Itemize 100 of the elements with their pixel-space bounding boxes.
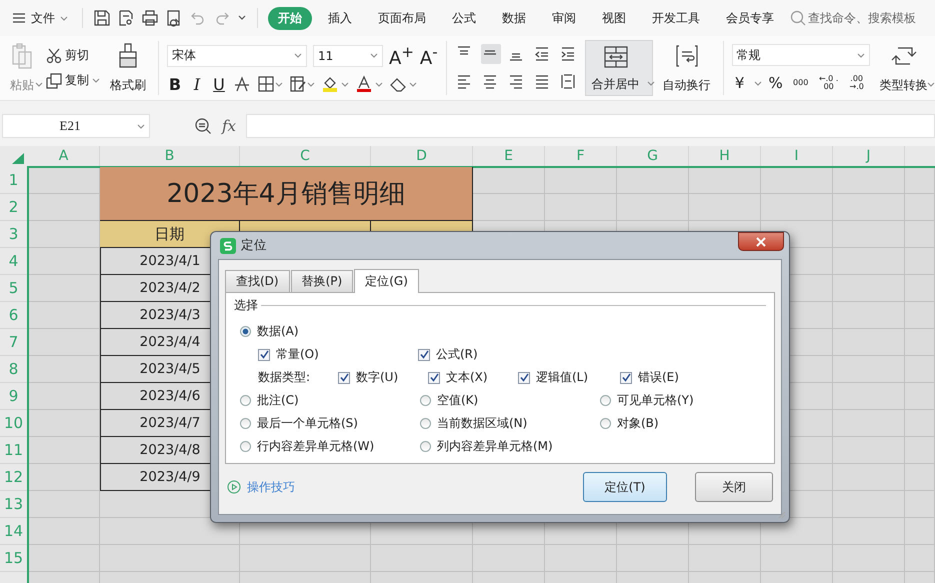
dialog-tab[interactable]: 替换(P) bbox=[290, 270, 354, 292]
name-box[interactable]: E21 bbox=[2, 114, 150, 138]
percent-button[interactable]: % bbox=[768, 74, 784, 92]
copy-button[interactable]: 复制 bbox=[46, 72, 100, 89]
checkbox-option[interactable]: 逻辑值(L) bbox=[518, 369, 620, 386]
grow-font-button[interactable]: A$^{+}$ bbox=[389, 42, 414, 68]
align-middle-icon[interactable] bbox=[480, 44, 501, 64]
checkmark-icon bbox=[340, 373, 348, 382]
radio-button[interactable] bbox=[420, 418, 431, 429]
dialog-tab[interactable]: 查找(D) bbox=[225, 270, 290, 292]
cell-style-icon[interactable] bbox=[289, 75, 315, 93]
increase-decimal-button[interactable]: ←.0 .00 bbox=[818, 75, 840, 91]
radio-button[interactable] bbox=[240, 418, 251, 429]
function-button[interactable]: fx bbox=[222, 117, 236, 135]
radio-option[interactable]: 批注(C) bbox=[240, 392, 420, 409]
radio-option[interactable]: 行内容差异单元格(W) bbox=[240, 438, 420, 455]
checkmark-icon bbox=[622, 373, 630, 382]
checkbox[interactable] bbox=[258, 348, 270, 360]
checkmark-icon bbox=[520, 373, 528, 382]
menu-tab[interactable]: 视图 bbox=[592, 6, 636, 30]
export-icon[interactable] bbox=[117, 9, 135, 27]
convert-type-button[interactable]: 类型转换 bbox=[876, 40, 932, 96]
caret-icon bbox=[926, 81, 935, 88]
checkbox-option[interactable]: 错误(E) bbox=[620, 369, 720, 386]
font-field[interactable]: 宋体 bbox=[167, 44, 307, 66]
shrink-font-button[interactable]: A$^{-}$ bbox=[420, 42, 438, 68]
menu-tab[interactable]: 公式 bbox=[442, 6, 486, 30]
radio-button[interactable] bbox=[240, 326, 251, 337]
radio-option[interactable]: 数据(A) bbox=[240, 323, 420, 340]
radio-button[interactable] bbox=[420, 395, 431, 406]
play-icon bbox=[227, 480, 241, 494]
search-field[interactable]: 查找命令、搜索模板 bbox=[790, 10, 920, 26]
menu-tab[interactable]: 数据 bbox=[492, 6, 536, 30]
radio-option[interactable]: 空值(K) bbox=[420, 392, 600, 409]
wrap-text-button[interactable]: 自动换行 bbox=[658, 40, 715, 96]
checkbox-option[interactable]: 数字(U) bbox=[338, 369, 428, 386]
menu-tab[interactable]: 页面布局 bbox=[368, 6, 436, 30]
checkbox[interactable] bbox=[338, 372, 350, 384]
menu-tab[interactable]: 审阅 bbox=[542, 6, 586, 30]
thousands-button[interactable]: 000 bbox=[790, 79, 812, 87]
radio-option[interactable]: 当前数据区域(N) bbox=[420, 415, 600, 432]
strikethrough-icon[interactable] bbox=[233, 75, 251, 93]
checkbox-option[interactable]: 文本(X) bbox=[428, 369, 518, 386]
caret-icon bbox=[137, 122, 145, 130]
dialog-title: 定位 bbox=[241, 237, 267, 254]
checkmark-icon bbox=[420, 350, 428, 359]
checkbox-option[interactable]: 常量(O) bbox=[258, 346, 418, 363]
caret-icon bbox=[35, 81, 43, 88]
caret-icon bbox=[294, 52, 302, 59]
select-all-icon[interactable] bbox=[11, 152, 25, 164]
underline-button[interactable]: U bbox=[211, 74, 227, 94]
caret-icon bbox=[370, 52, 378, 59]
format-painter-button[interactable]: 格式刷 bbox=[106, 40, 150, 96]
close-button[interactable] bbox=[738, 232, 784, 251]
menu-tab[interactable]: 插入 bbox=[318, 6, 362, 30]
fill-color-icon[interactable] bbox=[321, 75, 349, 93]
zoom-icon[interactable] bbox=[194, 117, 212, 135]
checkbox[interactable] bbox=[518, 372, 530, 384]
cut-button[interactable]: 剪切 bbox=[46, 47, 100, 64]
italic-button[interactable]: I bbox=[189, 74, 205, 94]
sheet-title: 2023年4月销售明细 bbox=[100, 167, 473, 221]
caret-icon[interactable] bbox=[754, 80, 762, 86]
menu-tab[interactable]: 会员专享 bbox=[716, 6, 784, 30]
currency-button[interactable]: ¥ bbox=[732, 74, 748, 92]
app-logo-icon bbox=[220, 238, 236, 254]
radio-option[interactable]: 对象(B) bbox=[600, 415, 780, 432]
bold-button[interactable]: B bbox=[167, 74, 183, 94]
formula-input[interactable] bbox=[246, 114, 935, 138]
merge-center-button[interactable]: 合并居中 bbox=[584, 40, 653, 96]
radio-button[interactable] bbox=[240, 441, 251, 452]
radio-option[interactable]: 可见单元格(Y) bbox=[600, 392, 780, 409]
radio-button[interactable] bbox=[600, 418, 611, 429]
dialog-button[interactable]: 关闭 bbox=[695, 472, 773, 502]
font-color-icon[interactable] bbox=[355, 75, 383, 93]
close-icon bbox=[756, 236, 766, 246]
radio-option[interactable]: 最后一个单元格(S) bbox=[240, 415, 420, 432]
file-menu[interactable]: 文件 bbox=[8, 8, 72, 28]
checkbox[interactable] bbox=[428, 372, 440, 384]
menu-icon bbox=[12, 12, 26, 24]
resize-grip-icon bbox=[778, 511, 786, 519]
checkbox-option[interactable]: 公式(R) bbox=[418, 346, 578, 363]
caret-icon bbox=[60, 14, 68, 22]
radio-button[interactable] bbox=[600, 395, 611, 406]
save-icon[interactable] bbox=[93, 9, 111, 27]
radio-button[interactable] bbox=[420, 441, 431, 452]
caret-icon[interactable] bbox=[237, 14, 247, 22]
menu-tab[interactable]: 开发工具 bbox=[642, 6, 710, 30]
checkbox[interactable] bbox=[620, 372, 632, 384]
scissors-icon bbox=[46, 48, 62, 64]
print-icon[interactable] bbox=[141, 9, 159, 27]
checkbox[interactable] bbox=[418, 348, 430, 360]
font-size-field[interactable]: 11 bbox=[313, 44, 383, 66]
borders-icon[interactable] bbox=[257, 75, 283, 93]
decrease-decimal-button[interactable]: .00 →.0 bbox=[846, 75, 868, 91]
dialog-button[interactable]: 定位(T) bbox=[583, 472, 667, 502]
checkmark-icon bbox=[430, 373, 438, 382]
dialog-tab[interactable]: 定位(G) bbox=[354, 269, 419, 293]
radio-option[interactable]: 列内容差异单元格(M) bbox=[420, 438, 600, 455]
number-format-field[interactable]: 常规 bbox=[732, 44, 870, 66]
radio-button[interactable] bbox=[240, 395, 251, 406]
